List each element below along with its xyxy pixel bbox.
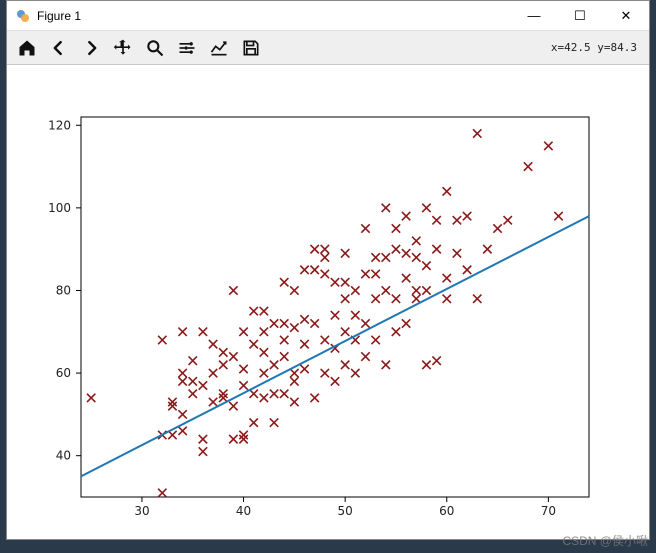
figure-canvas[interactable]: 30 40 50 60 70 40 60 80 100 120 <box>7 65 649 539</box>
window-controls: — ☐ ✕ <box>511 1 649 30</box>
coord-readout: x=42.5 y=84.3 <box>551 41 643 54</box>
forward-button[interactable] <box>77 34 105 62</box>
titlebar: Figure 1 — ☐ ✕ <box>7 1 649 31</box>
svg-text:70: 70 <box>541 504 556 518</box>
svg-text:40: 40 <box>56 449 71 463</box>
back-button[interactable] <box>45 34 73 62</box>
svg-text:60: 60 <box>439 504 454 518</box>
figure-window: Figure 1 — ☐ ✕ x=42. <box>6 0 650 540</box>
minimize-button[interactable]: — <box>511 1 557 30</box>
svg-text:30: 30 <box>134 504 149 518</box>
svg-text:120: 120 <box>48 118 71 132</box>
svg-text:80: 80 <box>56 283 71 297</box>
svg-text:50: 50 <box>338 504 353 518</box>
plot-svg: 30 40 50 60 70 40 60 80 100 120 <box>7 65 649 539</box>
maximize-button[interactable]: ☐ <box>557 1 603 30</box>
svg-text:100: 100 <box>48 201 71 215</box>
close-button[interactable]: ✕ <box>603 1 649 30</box>
subplots-button[interactable] <box>173 34 201 62</box>
save-button[interactable] <box>237 34 265 62</box>
toolbar: x=42.5 y=84.3 <box>7 31 649 65</box>
pan-button[interactable] <box>109 34 137 62</box>
window-title: Figure 1 <box>37 9 511 23</box>
zoom-button[interactable] <box>141 34 169 62</box>
home-button[interactable] <box>13 34 41 62</box>
svg-text:60: 60 <box>56 366 71 380</box>
watermark: CSDN @侯小啾 <box>562 532 648 549</box>
edit-button[interactable] <box>205 34 233 62</box>
svg-text:40: 40 <box>236 504 251 518</box>
app-icon <box>15 8 31 24</box>
